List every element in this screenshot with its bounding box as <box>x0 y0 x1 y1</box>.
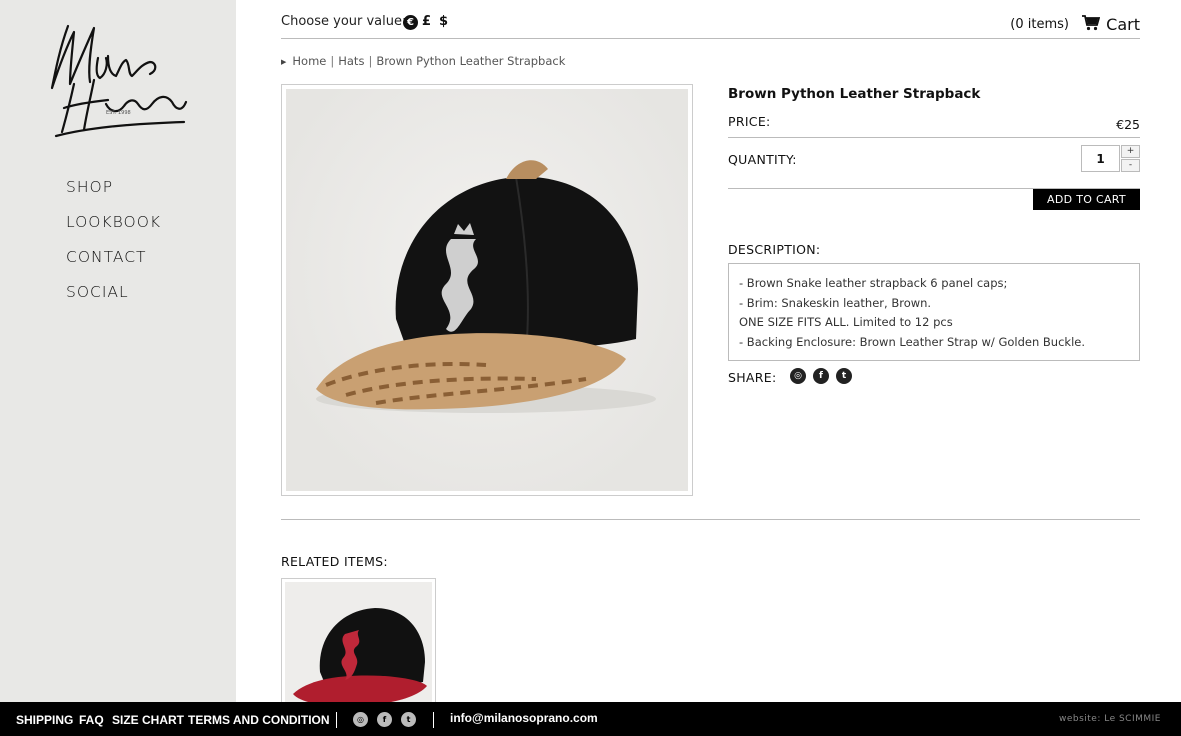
footer-separator <box>433 712 434 728</box>
description-line: - Brim: Snakeskin leather, Brown. <box>739 295 932 310</box>
description-line: - Backing Enclosure: Brown Leather Strap… <box>739 334 1085 349</box>
footer-shipping-link[interactable]: SHIPPING <box>16 713 73 727</box>
footer: SHIPPING FAQ SIZE CHART TERMS AND CONDIT… <box>0 702 1181 736</box>
instagram-icon[interactable]: ◎ <box>353 712 368 727</box>
top-bar: Choose your value: € £ $ (0 items) Cart <box>281 14 1140 39</box>
price-value: €25 <box>1116 117 1140 132</box>
brand-logo[interactable]: EST. 1998 <box>46 18 188 142</box>
breadcrumb-category[interactable]: Hats <box>338 54 364 68</box>
share-label: SHARE: <box>728 370 777 385</box>
footer-credit[interactable]: website: Le SCIMMIE <box>1059 714 1161 724</box>
main-nav: SHOP LOOKBOOK CONTACT SOCIAL <box>66 178 161 318</box>
breadcrumb-separator: | <box>330 54 335 68</box>
facebook-icon[interactable]: f <box>813 368 829 384</box>
description-line: ONE SIZE FITS ALL. Limited to 12 pcs <box>739 315 953 329</box>
description-label: DESCRIPTION: <box>728 242 821 257</box>
breadcrumb: ▶ Home | Hats | Brown Python Leather Strapbac… <box>281 54 565 68</box>
footer-terms-link[interactable]: TERMS AND CONDITION <box>188 713 330 727</box>
product-info: Brown Python Leather Strapback PRICE: €2… <box>728 86 1140 385</box>
quantity-decrement-button[interactable]: - <box>1121 159 1140 172</box>
related-item[interactable] <box>281 578 436 708</box>
currency-pound-button[interactable]: £ <box>422 14 431 29</box>
related-cap-illustration <box>293 608 427 706</box>
add-to-cart-button[interactable]: ADD TO CART <box>1033 189 1140 210</box>
currency-label: Choose your value: <box>281 14 407 29</box>
description-box: - Brown Snake leather strapback 6 panel … <box>728 263 1140 361</box>
nav-item-lookbook[interactable]: LOOKBOOK <box>66 213 161 248</box>
currency-dollar-button[interactable]: $ <box>439 14 448 29</box>
footer-email-link[interactable]: info@milanosoprano.com <box>450 711 598 725</box>
facebook-icon[interactable]: f <box>377 712 392 727</box>
sidebar: EST. 1998 SHOP LOOKBOOK CONTACT SOCIAL <box>0 0 236 736</box>
logo-est: EST. 1998 <box>106 110 131 116</box>
nav-item-shop[interactable]: SHOP <box>66 178 161 213</box>
product-photo <box>286 89 688 491</box>
cart-icon[interactable] <box>1082 15 1100 31</box>
breadcrumb-current: Brown Python Leather Strapback <box>376 54 566 68</box>
cart-link[interactable]: Cart <box>1106 15 1140 34</box>
related-items-label: RELATED ITEMS: <box>281 554 388 569</box>
tumblr-icon[interactable]: t <box>836 368 852 384</box>
cap-illustration <box>316 160 656 413</box>
footer-size-chart-link[interactable]: SIZE CHART <box>112 713 184 727</box>
breadcrumb-arrow-icon: ▶ <box>281 58 287 66</box>
breadcrumb-home[interactable]: Home <box>292 54 326 68</box>
section-divider <box>281 519 1140 520</box>
product-title: Brown Python Leather Strapback <box>728 86 981 102</box>
quantity-label: QUANTITY: <box>728 152 797 167</box>
description-line: - Brown Snake leather strapback 6 panel … <box>739 276 1008 290</box>
quantity-row: QUANTITY: + - <box>728 144 1140 189</box>
instagram-icon[interactable]: ◎ <box>790 368 806 384</box>
currency-euro-button[interactable]: € <box>403 15 418 30</box>
footer-separator <box>336 712 337 728</box>
price-label: PRICE: <box>728 114 771 129</box>
related-item-photo <box>285 582 432 707</box>
cart-count[interactable]: (0 items) <box>1010 17 1069 32</box>
tumblr-icon[interactable]: t <box>401 712 416 727</box>
quantity-input[interactable] <box>1081 145 1120 172</box>
product-image[interactable] <box>281 84 693 496</box>
footer-faq-link[interactable]: FAQ <box>79 713 104 727</box>
quantity-increment-button[interactable]: + <box>1121 145 1140 158</box>
nav-item-social[interactable]: SOCIAL <box>66 283 161 318</box>
nav-item-contact[interactable]: CONTACT <box>66 248 161 283</box>
price-row: PRICE: €25 <box>728 112 1140 138</box>
breadcrumb-separator: | <box>368 54 373 68</box>
